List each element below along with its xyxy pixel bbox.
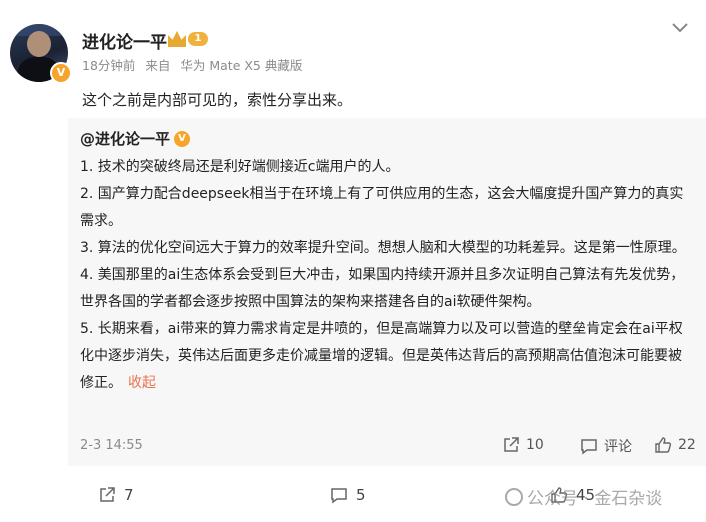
member-badge[interactable]: 1	[168, 30, 208, 48]
repost-body: 1. 技术的突破终局还是利好端侧接近c端用户的人。 2. 国产算力配合deeps…	[80, 154, 692, 397]
post-text: 这个之前是内部可见的，索性分享出来。	[82, 91, 353, 109]
post-device[interactable]: 华为 Mate X5 典藏版	[180, 58, 302, 73]
post-meta: 18分钟前 来自 华为 Mate X5 典藏版	[82, 55, 308, 74]
weibo-post: V 进化论一平 1 18分钟前 来自 华为 Mate X5 典藏版 这个之前是内…	[0, 0, 706, 522]
avatar-head	[27, 31, 51, 57]
comment-count: 5	[356, 486, 366, 504]
repost-footer: 2-3 14:55 10 评论 22	[80, 436, 696, 456]
thumbs-up-icon	[655, 437, 672, 453]
repost-comment-label: 评论	[604, 439, 632, 455]
watermark: 公众号 · 金石杂谈	[505, 484, 662, 509]
repost-author[interactable]: @进化论一平	[80, 128, 170, 149]
repost-button[interactable]: 7	[98, 486, 134, 504]
member-level: 1	[188, 32, 208, 46]
watermark-text: 公众号 · 金石杂谈	[527, 489, 663, 509]
repost-repost-count: 10	[526, 437, 544, 453]
repost-author-row: @进化论一平 V	[80, 128, 191, 149]
repost-comment-button[interactable]: 评论	[580, 436, 632, 456]
repost-paragraph-text: 5. 长期来看，ai带来的算力需求肯定是井喷的，但是高端算力以及可以营造的壁垒肯…	[80, 321, 683, 391]
repost-count: 7	[124, 486, 134, 504]
comment-icon	[331, 488, 347, 504]
chevron-down-icon[interactable]	[668, 18, 692, 38]
repost-repost-button[interactable]: 10	[502, 436, 544, 454]
crown-icon	[168, 31, 186, 47]
repost-paragraph: 4. 美国那里的ai生态体系会受到巨大冲击，如果国内持续开源并且多次证明自己算法…	[80, 267, 685, 310]
repost-time[interactable]: 2-3 14:55	[80, 438, 143, 453]
username[interactable]: 进化论一平	[82, 28, 167, 53]
wechat-logo-icon	[505, 487, 523, 506]
repost-card[interactable]: @进化论一平 V 1. 技术的突破终局还是利好端侧接近c端用户的人。 2. 国产…	[68, 118, 706, 466]
repost-like-count: 22	[678, 437, 696, 453]
collapse-link[interactable]: 收起	[128, 375, 156, 391]
repost-paragraph: 3. 算法的优化空间远大于算力的效率提升空间。想想人脑和大模型的功耗差异。这是第…	[80, 240, 686, 256]
repost-icon	[100, 487, 115, 502]
repost-paragraph: 2. 国产算力配合deepseek相当于在环境上有了可供应用的生态，这会大幅度提…	[80, 186, 684, 229]
repost-paragraph-last: 5. 长期来看，ai带来的算力需求肯定是井喷的，但是高端算力以及可以营造的壁垒肯…	[80, 316, 692, 397]
verified-badge-icon: V	[174, 130, 191, 147]
comment-icon	[581, 439, 597, 455]
repost-paragraph: 1. 技术的突破终局还是利好端侧接近c端用户的人。	[80, 159, 400, 175]
post-time[interactable]: 18分钟前	[82, 58, 135, 73]
repost-like-button[interactable]: 22	[654, 436, 696, 454]
post-source-prefix: 来自	[145, 58, 171, 73]
comment-button[interactable]: 5	[330, 486, 366, 504]
verified-badge-icon: V	[50, 62, 72, 84]
repost-icon	[504, 437, 519, 452]
